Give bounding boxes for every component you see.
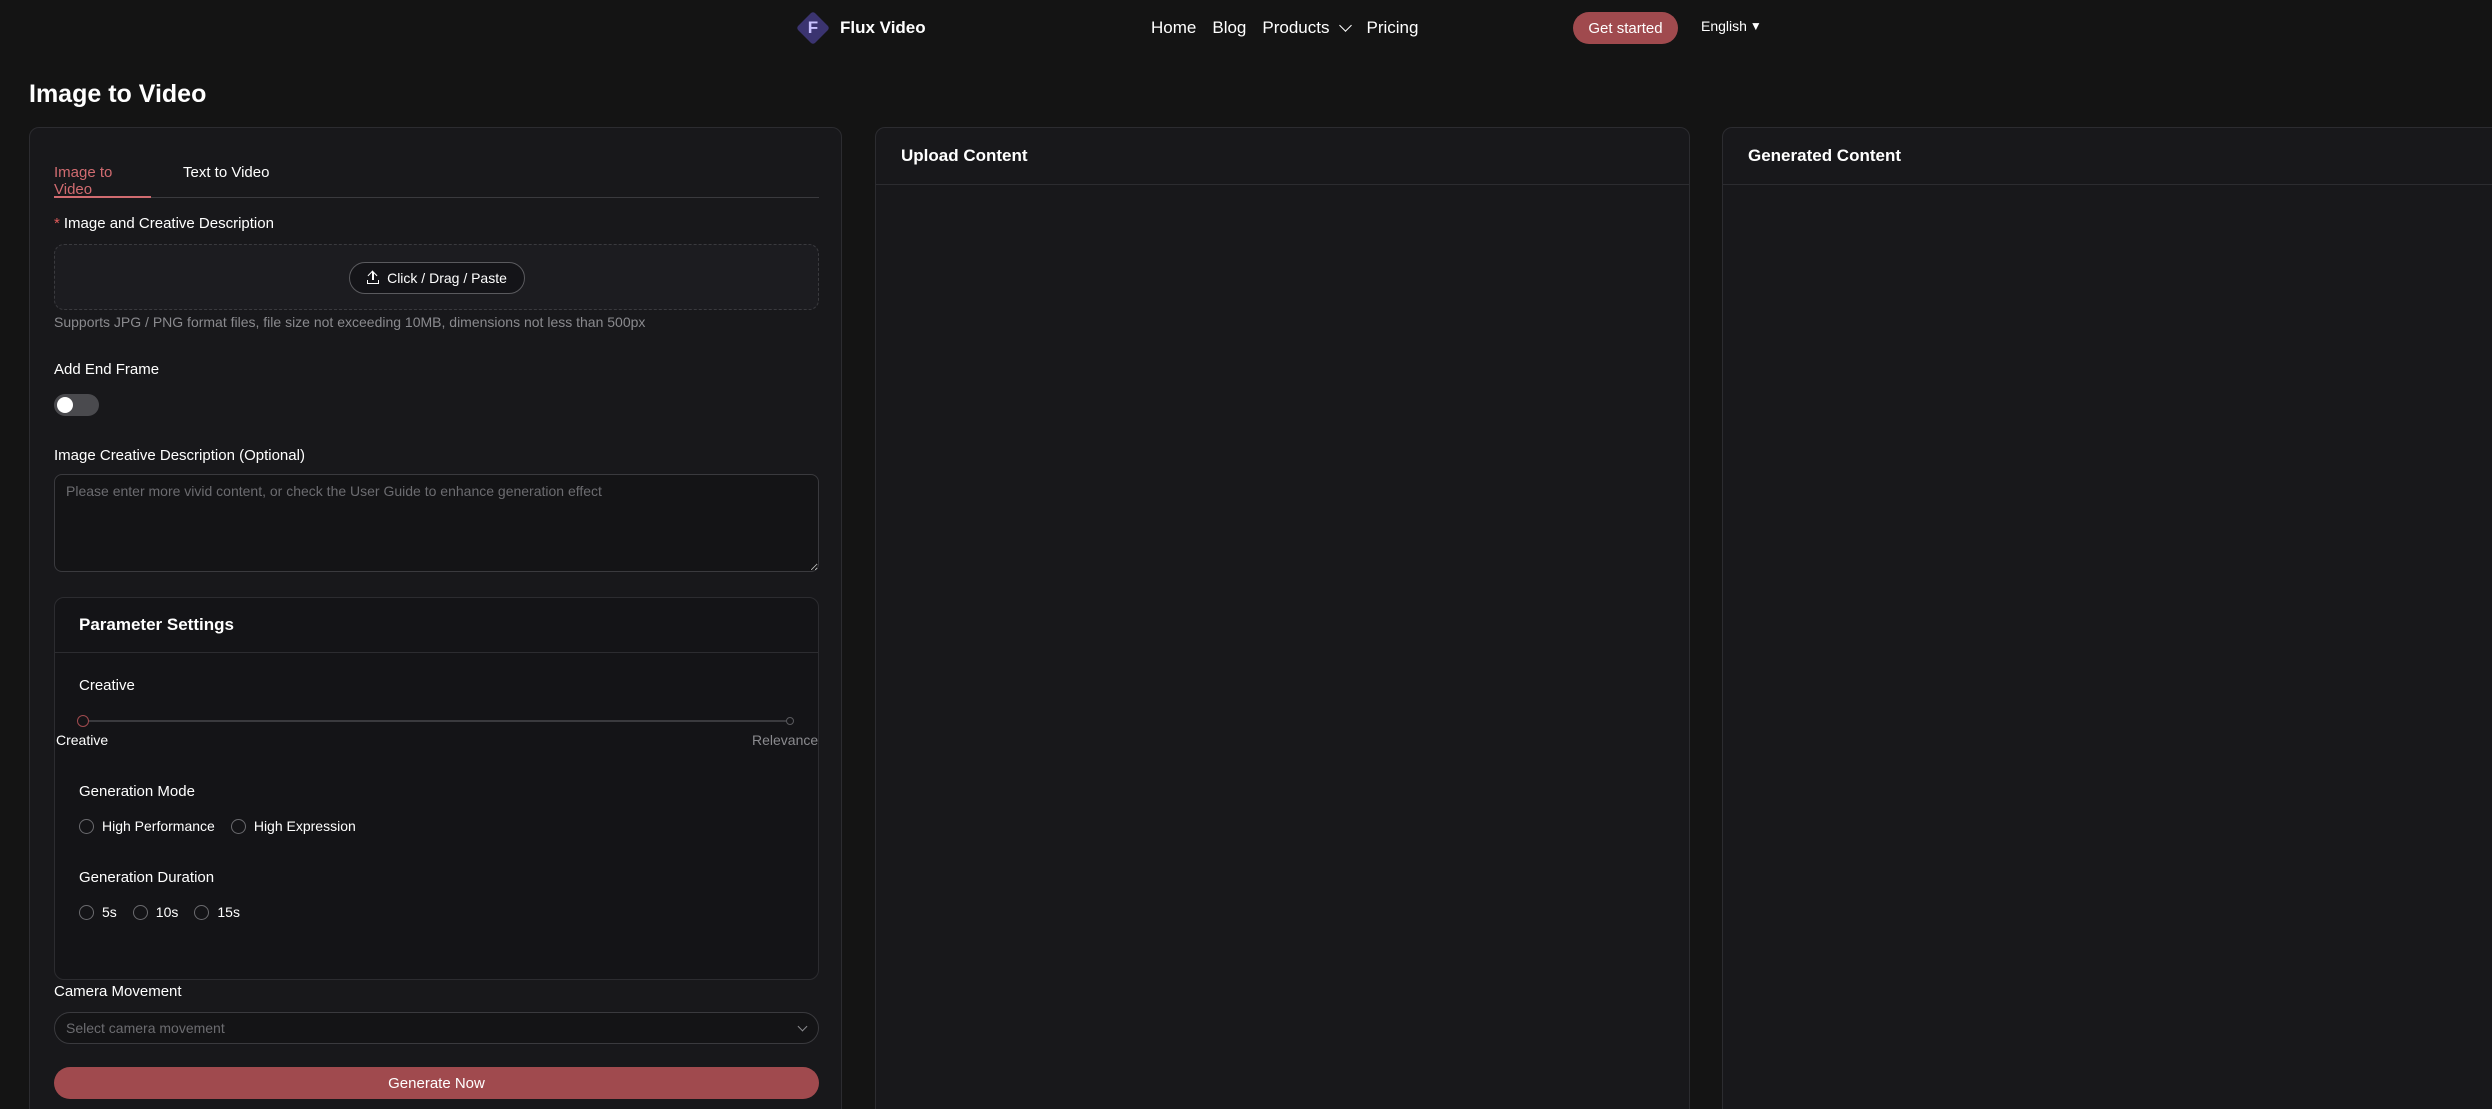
tab-image-to-video[interactable]: Image to Video <box>54 164 151 198</box>
generation-duration-options: 5s 10s 15s <box>79 904 256 920</box>
logo-text: Flux Video <box>840 18 926 37</box>
radio-circle <box>194 904 210 920</box>
camera-movement-select[interactable]: Select camera movement <box>54 1012 819 1044</box>
generated-content-panel: Generated Content <box>1722 127 2492 1109</box>
top-nav: F Flux Video Home Blog Products Pricing … <box>0 0 2492 56</box>
generate-button[interactable]: Generate Now <box>54 1067 819 1099</box>
main-nav: Home Blog Products Pricing <box>1151 16 1434 40</box>
tab-text-to-video[interactable]: Text to Video <box>183 164 269 198</box>
mode-tabs: Image to Video Text to Video <box>54 164 819 198</box>
creative-slider-end <box>786 717 794 725</box>
upload-content-title: Upload Content <box>876 128 1689 185</box>
duration-15s[interactable]: 15s <box>194 904 240 920</box>
parameter-settings-title: Parameter Settings <box>55 598 818 653</box>
generation-mode-label: Generation Mode <box>79 783 195 800</box>
radio-circle <box>230 818 246 834</box>
duration-5s[interactable]: 5s <box>79 904 117 920</box>
radio-circle <box>79 818 94 834</box>
upload-icon <box>367 270 380 284</box>
nav-products-label: Products <box>1262 18 1330 37</box>
mode-high-expression[interactable]: High Expression <box>230 818 356 834</box>
description-label: Image Creative Description (Optional) <box>54 447 305 464</box>
mode-high-performance[interactable]: High Performance <box>79 818 215 834</box>
radio-circle <box>79 904 94 920</box>
description-input[interactable] <box>54 474 819 572</box>
chevron-down-icon <box>1339 19 1353 32</box>
camera-movement-label: Camera Movement <box>54 983 182 1000</box>
parameter-settings: Parameter Settings Creative Creative Rel… <box>54 597 819 980</box>
creative-label: Creative <box>79 677 135 694</box>
upload-dropzone[interactable]: Click / Drag / Paste <box>54 244 819 310</box>
nav-products[interactable]: Products <box>1262 18 1353 38</box>
upload-button[interactable]: Click / Drag / Paste <box>349 262 525 294</box>
required-mark: * <box>54 215 60 232</box>
image-label: * Image and Creative Description <box>54 215 274 232</box>
nav-home[interactable]: Home <box>1151 18 1196 38</box>
upload-hint: Supports JPG / PNG format files, file si… <box>54 314 646 330</box>
language-selector[interactable]: English ▼ <box>1701 18 1762 34</box>
upload-content-panel: Upload Content <box>875 127 1690 1109</box>
duration-10s[interactable]: 10s <box>132 904 178 920</box>
nav-pricing[interactable]: Pricing <box>1366 18 1418 38</box>
settings-panel: Image to Video Text to Video * Image and … <box>29 127 842 1109</box>
slider-max-label: Relevance <box>752 732 819 748</box>
upload-button-label: Click / Drag / Paste <box>387 270 507 286</box>
generation-mode-options: High Performance High Expression <box>79 818 372 834</box>
chevron-down-icon <box>797 1021 808 1032</box>
slider-min-label: Creative <box>56 732 109 748</box>
logo-icon: F <box>796 11 830 45</box>
nav-blog[interactable]: Blog <box>1212 18 1246 38</box>
creative-slider-track[interactable] <box>79 720 793 722</box>
creative-slider-thumb[interactable] <box>77 715 89 727</box>
get-started-button[interactable]: Get started <box>1573 12 1678 44</box>
radio-circle <box>132 904 148 920</box>
language-label: English <box>1701 18 1747 34</box>
page-title: Image to Video <box>29 80 207 108</box>
caret-down-icon: ▼ <box>1749 19 1762 33</box>
toggle-knob <box>57 397 73 413</box>
logo[interactable]: F Flux Video <box>796 10 926 46</box>
end-frame-toggle[interactable] <box>54 394 99 416</box>
generated-content-title: Generated Content <box>1723 128 2492 185</box>
generation-duration-label: Generation Duration <box>79 869 215 886</box>
camera-movement-placeholder: Select camera movement <box>66 1020 225 1036</box>
end-frame-label: Add End Frame <box>54 361 160 378</box>
